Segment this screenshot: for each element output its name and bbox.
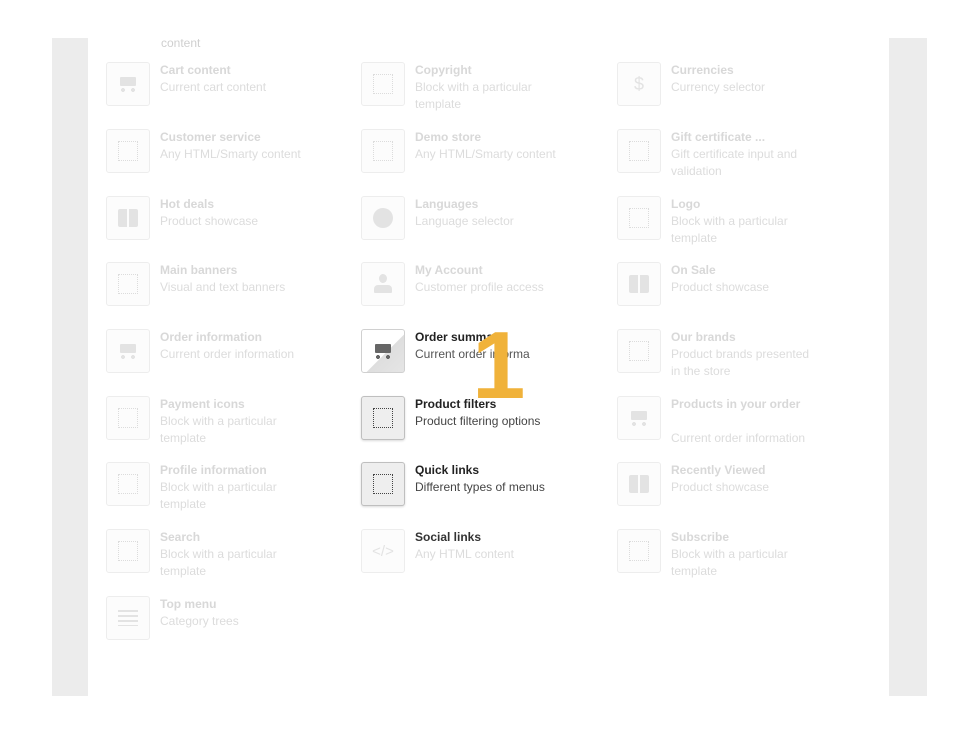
- person-icon: [361, 262, 405, 306]
- cart-icon: [617, 396, 661, 440]
- code-icon: </>: [361, 529, 405, 573]
- block-icon: [361, 129, 405, 173]
- block-recently-viewed[interactable]: Recently Viewed Product showcase: [617, 462, 857, 522]
- block-title: Customer service: [160, 130, 261, 144]
- block-title: Hot deals: [160, 197, 215, 211]
- block-title: Copyright: [415, 63, 472, 77]
- block-description: Product brands presented in the store: [671, 347, 810, 378]
- block-icon: [361, 62, 405, 106]
- block-top-menu[interactable]: Top menu Category trees: [106, 596, 346, 656]
- background-panel-left: [52, 38, 88, 696]
- block-title: Demo store: [415, 130, 482, 144]
- block-icon: [617, 129, 661, 173]
- block-description: Block with a particular template: [671, 547, 788, 578]
- block-search[interactable]: Search Block with a particular template: [106, 529, 346, 589]
- block-description: Any HTML/Smarty content: [415, 147, 556, 161]
- block-title: Profile information: [160, 463, 267, 477]
- block-description: Current cart content: [160, 80, 267, 94]
- gift-icon: [106, 196, 150, 240]
- block-description: Block with a particular template: [160, 547, 277, 578]
- globe-icon: [361, 196, 405, 240]
- block-hot-deals[interactable]: Hot deals Product showcase: [106, 196, 346, 256]
- gift-icon: [617, 262, 661, 306]
- block-currencies[interactable]: $ Currencies Currency selector: [617, 62, 857, 122]
- block-icon: [106, 262, 150, 306]
- block-title: Recently Viewed: [671, 463, 766, 477]
- block-description: Current order information: [671, 431, 806, 445]
- block-title: Social links: [415, 530, 482, 544]
- block-description: Visual and text banners: [160, 280, 286, 294]
- block-title: Subscribe: [671, 530, 730, 544]
- block-main-banners[interactable]: Main banners Visual and text banners: [106, 262, 346, 322]
- block-description: Product showcase: [160, 214, 259, 228]
- dollar-icon: $: [617, 62, 661, 106]
- block-description: Product showcase: [671, 280, 770, 294]
- block-logo[interactable]: Logo Block with a particular template: [617, 196, 857, 256]
- block-title: Currencies: [671, 63, 734, 77]
- block-title: Payment icons: [160, 397, 245, 411]
- block-title: Gift certificate ...: [671, 130, 766, 144]
- block-languages[interactable]: Languages Language selector: [361, 196, 601, 256]
- block-order-information[interactable]: Order information Current order informat…: [106, 329, 346, 389]
- cart-icon: [361, 329, 405, 373]
- step-number-annotation: 1: [472, 312, 526, 419]
- block-customer-service[interactable]: Customer service Any HTML/Smarty content: [106, 129, 346, 189]
- block-icon: [361, 396, 405, 440]
- block-profile-information[interactable]: Profile information Block with a particu…: [106, 462, 346, 522]
- block-description: Gift certificate input and validation: [671, 147, 798, 178]
- cart-icon: [106, 62, 150, 106]
- block-description: Category trees: [160, 614, 239, 628]
- block-icon: [361, 462, 405, 506]
- overflow-text: content: [161, 36, 201, 50]
- block-subscribe[interactable]: Subscribe Block with a particular templa…: [617, 529, 857, 589]
- block-description: Block with a particular template: [671, 214, 788, 245]
- block-description: Product showcase: [671, 480, 770, 494]
- block-title: My Account: [415, 263, 483, 277]
- block-icon: [106, 396, 150, 440]
- block-title: Quick links: [415, 463, 480, 477]
- block-icon: [617, 329, 661, 373]
- block-demo-store[interactable]: Demo store Any HTML/Smarty content: [361, 129, 601, 189]
- block-description: Block with a particular template: [415, 80, 532, 111]
- block-description: Current order information: [160, 347, 295, 361]
- block-our-brands[interactable]: Our brands Product brands presented in t…: [617, 329, 857, 389]
- block-copyright[interactable]: Copyright Block with a particular templa…: [361, 62, 601, 122]
- block-description: Currency selector: [671, 80, 766, 94]
- block-title: Order information: [160, 330, 263, 344]
- block-title: Languages: [415, 197, 479, 211]
- cart-icon: [106, 329, 150, 373]
- block-description: Block with a particular template: [160, 414, 277, 445]
- block-icon: [106, 462, 150, 506]
- block-title: Search: [160, 530, 201, 544]
- gift-icon: [617, 462, 661, 506]
- block-on-sale[interactable]: On Sale Product showcase: [617, 262, 857, 322]
- block-title: Cart content: [160, 63, 231, 77]
- block-description: Any HTML content: [415, 547, 514, 561]
- block-social-links[interactable]: </> Social links Any HTML content: [361, 529, 601, 589]
- block-payment-icons[interactable]: Payment icons Block with a particular te…: [106, 396, 346, 456]
- block-title: On Sale: [671, 263, 716, 277]
- block-title: Our brands: [671, 330, 736, 344]
- block-description: Language selector: [415, 214, 514, 228]
- block-products-in-your-order[interactable]: Products in your order Current order inf…: [617, 396, 857, 456]
- block-icon: [106, 129, 150, 173]
- block-title: Logo: [671, 197, 701, 211]
- block-gift-certificate[interactable]: Gift certificate ... Gift certificate in…: [617, 129, 857, 189]
- background-panel-right: [889, 38, 927, 696]
- block-title: Top menu: [160, 597, 217, 611]
- block-description: Any HTML/Smarty content: [160, 147, 301, 161]
- block-icon: [106, 529, 150, 573]
- block-description: Block with a particular template: [160, 480, 277, 511]
- block-title: Main banners: [160, 263, 238, 277]
- block-title: Products in your order: [671, 397, 801, 411]
- block-quick-links[interactable]: Quick links Different types of menus: [361, 462, 601, 522]
- block-icon: [617, 529, 661, 573]
- block-description: Different types of menus: [415, 480, 545, 494]
- block-icon: [617, 196, 661, 240]
- block-cart-content[interactable]: Cart content Current cart content: [106, 62, 346, 122]
- list-icon: [106, 596, 150, 640]
- block-description: Customer profile access: [415, 280, 544, 294]
